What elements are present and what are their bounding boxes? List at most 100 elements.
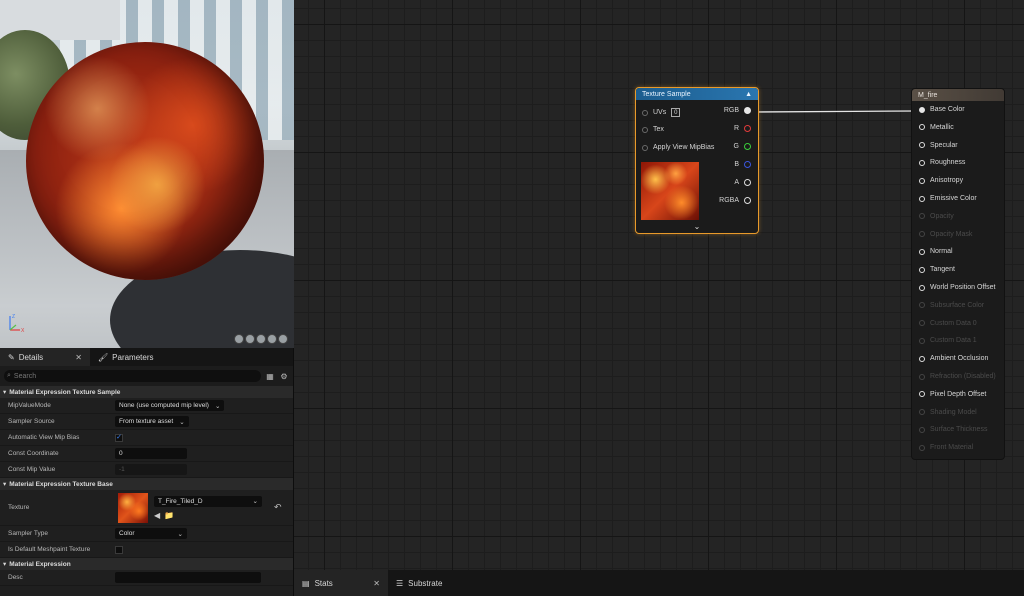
search-placeholder: Search (13, 372, 37, 380)
pin-circle-icon (919, 195, 925, 202)
pin-label: Pixel Depth Offset (930, 390, 987, 398)
material-input-pin[interactable]: Subsurface Color (919, 302, 984, 309)
sampler-type-dropdown[interactable]: Color ⌄ (115, 528, 187, 539)
material-output-node-header[interactable]: M_fire (912, 89, 1004, 101)
material-input-pin[interactable]: World Position Offset (919, 284, 996, 291)
mip-value-mode-dropdown[interactable]: None (use computed mip level) ⌄ (115, 400, 225, 411)
material-input-pin[interactable]: Opacity (919, 213, 954, 220)
pin-circle-icon (919, 231, 925, 238)
material-input-pin[interactable]: Opacity Mask (919, 231, 972, 238)
material-input-pin[interactable]: Normal (919, 248, 953, 255)
output-pin-rgba[interactable]: RGBA (719, 197, 751, 204)
pin-label: UVs (653, 109, 667, 116)
texture-thumbnail[interactable] (118, 492, 148, 523)
input-pin-uvs[interactable]: UVs 0 (642, 108, 681, 117)
material-input-pin[interactable]: Ambient Occlusion (919, 355, 988, 362)
reset-arrow-icon[interactable]: ↶ (274, 502, 282, 513)
pin-label: Anisotropy (930, 177, 964, 185)
material-input-pin[interactable]: Pixel Depth Offset (919, 391, 986, 398)
const-mip-value-field[interactable]: -1 (115, 464, 187, 475)
pin-circle-icon (919, 444, 925, 451)
search-input[interactable]: ⌕ Search (4, 370, 261, 382)
output-pin-a[interactable]: A (734, 179, 751, 186)
uvs-value[interactable]: 0 (671, 108, 681, 117)
tab-stats-label: Stats (314, 578, 333, 588)
texture-sample-node-header[interactable]: Texture Sample ▲ (636, 88, 758, 100)
table-view-icon[interactable]: ▦ (265, 371, 275, 381)
texture-sample-node[interactable]: Texture Sample ▲ UVs 0 Tex Apply View Mi… (635, 87, 759, 234)
const-coordinate-field[interactable]: 0 (115, 448, 187, 459)
material-input-pin[interactable]: Base Color (919, 106, 965, 113)
material-input-pin[interactable]: Anisotropy (919, 177, 963, 184)
sampler-source-dropdown[interactable]: From texture asset ⌄ (115, 416, 189, 427)
material-input-pin[interactable]: Tangent (919, 266, 955, 273)
material-input-pin[interactable]: Front Material (919, 444, 973, 451)
close-icon[interactable]: ✕ (75, 353, 82, 362)
use-selected-icon[interactable]: ◀ (154, 511, 160, 520)
pin-label: Opacity Mask (930, 230, 973, 238)
section-material-expression[interactable]: ▾ Material Expression (0, 558, 293, 570)
tab-substrate[interactable]: ☰ Substrate (388, 570, 450, 596)
pin-circle-icon (744, 197, 751, 204)
pin-label: RGB (723, 107, 739, 114)
section-texture-sample[interactable]: ▾ Material Expression Texture Sample (0, 386, 293, 398)
material-output-node[interactable]: M_fire Base Color Metallic Specular Roughne… (911, 88, 1005, 460)
chevron-down-icon: ▾ (3, 389, 7, 396)
output-pin-g[interactable]: G (734, 143, 751, 150)
chevron-down-icon: ⌄ (252, 498, 258, 505)
axis-z-label: Z (12, 314, 15, 320)
tab-details[interactable]: ✎ Details ✕ (0, 348, 90, 366)
pin-label: G (733, 143, 739, 150)
material-input-pin[interactable]: Custom Data 0 (919, 320, 977, 327)
pin-circle-icon (919, 355, 925, 362)
material-graph[interactable]: Texture Sample ▲ UVs 0 Tex Apply View Mi… (294, 0, 1024, 570)
auto-view-mip-bias-checkbox[interactable]: ✓ (115, 433, 123, 442)
gear-icon[interactable]: ⚙ (279, 371, 289, 381)
pin-label: Shading Model (930, 408, 977, 416)
stats-icon: ▤ (302, 578, 310, 588)
output-pin-rgb[interactable]: RGB (724, 107, 751, 114)
section-texture-base[interactable]: ▾ Material Expression Texture Base (0, 478, 293, 490)
material-input-pin[interactable]: Shading Model (919, 409, 977, 416)
pin-circle-icon (919, 159, 925, 166)
preview-cylinder-icon[interactable] (234, 334, 244, 344)
material-input-pin[interactable]: Surface Thickness (919, 426, 987, 433)
input-pin-tex[interactable]: Tex (642, 126, 664, 133)
close-icon[interactable]: ✕ (373, 579, 380, 588)
tab-parameters[interactable]: 🖌 Parameters (90, 348, 180, 366)
default-meshpaint-checkbox[interactable] (115, 545, 123, 554)
search-icon: ⌕ (7, 372, 11, 379)
material-input-pin[interactable]: Refraction (Disabled) (919, 373, 996, 380)
pin-circle-icon (919, 124, 925, 131)
material-input-pin[interactable]: Roughness (919, 159, 965, 166)
input-pin-apply-view-mipbias[interactable]: Apply View MipBias (642, 144, 714, 151)
material-input-pin[interactable]: Metallic (919, 124, 954, 131)
preview-mesh-icon[interactable] (278, 334, 288, 344)
preview-cube-icon[interactable] (267, 334, 277, 344)
material-input-pin[interactable]: Custom Data 1 (919, 337, 977, 344)
material-input-pin[interactable]: Emissive Color (919, 195, 977, 202)
browse-folder-icon[interactable]: 📁 (164, 511, 174, 520)
material-input-pin[interactable]: Specular (919, 142, 958, 149)
chevron-down-icon[interactable]: ⌄ (636, 222, 758, 231)
property-row: Desc (0, 570, 293, 586)
desc-input[interactable] (115, 572, 261, 583)
collapse-icon[interactable]: ▲ (745, 91, 752, 98)
property-label: MipValueMode (8, 402, 51, 409)
pin-circle-icon (919, 391, 925, 398)
preview-plane-icon[interactable] (256, 334, 266, 344)
pin-label: Custom Data 1 (930, 337, 977, 345)
output-pin-r[interactable]: R (734, 125, 751, 132)
preview-sphere-icon[interactable] (245, 334, 255, 344)
dropdown-value: T_Fire_Tiled_D (158, 497, 203, 505)
brush-icon: 🖌 (98, 352, 109, 362)
pin-label: Front Material (930, 444, 974, 452)
tab-stats[interactable]: ▤ Stats ✕ (294, 570, 388, 596)
preview-viewport[interactable]: Z X (0, 0, 294, 348)
pin-circle-icon (642, 109, 648, 116)
output-pin-b[interactable]: B (734, 161, 751, 168)
pin-circle-icon (642, 126, 648, 133)
pin-circle-icon (642, 144, 648, 151)
tab-details-label: Details (18, 352, 44, 362)
texture-asset-dropdown[interactable]: T_Fire_Tiled_D ⌄ (154, 495, 262, 507)
